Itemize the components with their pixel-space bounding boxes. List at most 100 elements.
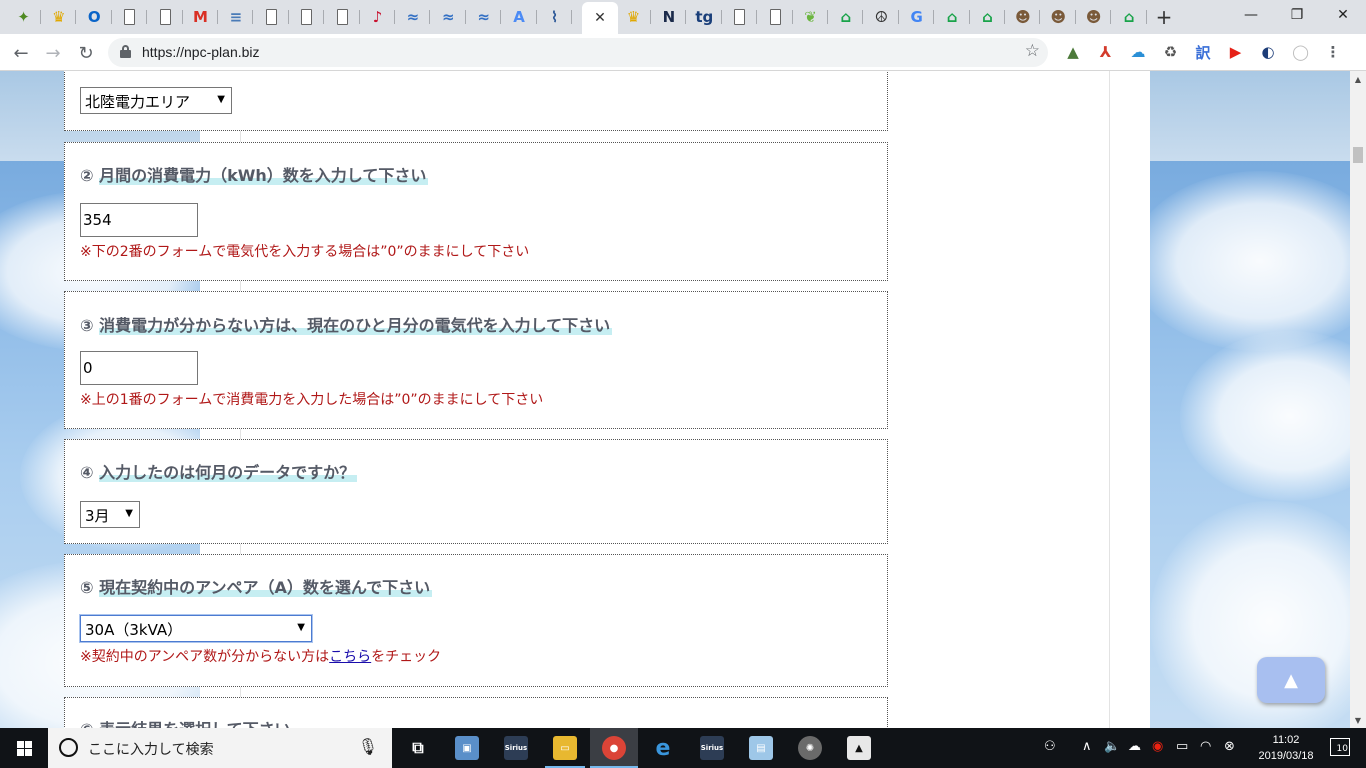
browser-tab[interactable]: G bbox=[899, 4, 935, 30]
browser-tab[interactable]: A bbox=[502, 4, 537, 30]
minimize-button[interactable]: — bbox=[1228, 0, 1274, 30]
question-number: ④ bbox=[80, 463, 94, 482]
photos-app-icon[interactable]: ▣ bbox=[455, 736, 479, 760]
microphone-icon[interactable]: 🎙 bbox=[358, 737, 378, 756]
profile-icon[interactable]: ◯ bbox=[1292, 43, 1310, 61]
file-explorer-icon[interactable]: ▭ bbox=[553, 736, 577, 760]
close-window-button[interactable]: ✕ bbox=[1320, 0, 1366, 30]
new-tab-button[interactable]: + bbox=[1153, 5, 1175, 29]
antivirus-icon[interactable]: ◉ bbox=[1152, 739, 1163, 754]
battery-icon[interactable]: ▭ bbox=[1176, 739, 1188, 754]
browser-tab[interactable] bbox=[325, 4, 360, 30]
browser-tab[interactable]: ♪ bbox=[360, 4, 395, 30]
ampere-select-value: 30A（3kVA） bbox=[85, 621, 183, 639]
page-scrollbar[interactable]: ▲ ▼ bbox=[1350, 71, 1366, 728]
edge-icon[interactable]: e bbox=[651, 736, 675, 761]
sirius-app-icon[interactable]: Sirius bbox=[700, 736, 724, 760]
ampere-question-title: ⑤ 現在契約中のアンペア（A）数を選んで下さい bbox=[80, 574, 433, 598]
browser-tab[interactable]: ♛ bbox=[41, 4, 77, 30]
forward-button[interactable]: → bbox=[40, 40, 66, 66]
browser-tab[interactable]: ⌂ bbox=[935, 4, 970, 30]
browser-tab[interactable]: M bbox=[183, 4, 218, 30]
bookmark-ext-icon[interactable]: ▲ bbox=[1064, 43, 1082, 61]
scroll-thumb[interactable] bbox=[1353, 147, 1363, 163]
browser-tab[interactable] bbox=[254, 4, 289, 30]
ampere-select[interactable]: 30A（3kVA） ▼ bbox=[80, 615, 312, 642]
people-icon[interactable]: ⚇ bbox=[1044, 739, 1056, 754]
translate-ext-icon[interactable]: 訳 bbox=[1194, 43, 1212, 62]
recycle-ext-icon[interactable]: ♻ bbox=[1162, 43, 1180, 61]
active-tab[interactable]: ✕ bbox=[582, 2, 618, 34]
maximize-button[interactable]: ❐ bbox=[1274, 0, 1320, 30]
browser-tab[interactable]: ☻ bbox=[1076, 4, 1112, 30]
sirius-app-icon[interactable]: Sirius bbox=[504, 736, 528, 760]
blue-ext-icon[interactable]: ◐ bbox=[1259, 43, 1277, 61]
chrome-icon[interactable]: ● bbox=[602, 736, 626, 760]
area-select[interactable]: 北陸電力エリア ▼ bbox=[80, 87, 232, 114]
onedrive-icon[interactable]: ☁ bbox=[1128, 739, 1141, 754]
back-button[interactable]: ← bbox=[8, 40, 34, 66]
taskbar-search[interactable]: ここに入力して検索 🎙 bbox=[48, 728, 392, 768]
browser-tab[interactable]: ⌇ bbox=[537, 4, 572, 30]
acrobat-ext-icon[interactable]: ⅄ bbox=[1097, 43, 1115, 61]
url-text[interactable]: https://npc-plan.biz bbox=[142, 44, 260, 60]
house-icon: ⌂ bbox=[946, 8, 958, 26]
reload-button[interactable]: ↻ bbox=[73, 40, 99, 66]
browser-tab[interactable]: ≡ bbox=[218, 4, 254, 30]
address-bar[interactable]: https://npc-plan.biz ☆ bbox=[108, 38, 1048, 67]
question-number: ⑤ bbox=[80, 578, 94, 597]
bill-note: ※上の1番のフォームで消費電力を入力した場合は”0”のままにして下さい bbox=[80, 392, 544, 408]
arrow-left-icon: ← bbox=[13, 42, 29, 64]
browser-tab[interactable]: tg bbox=[687, 4, 722, 30]
network-off-icon[interactable]: ⊗ bbox=[1224, 739, 1235, 754]
tab-strip: ✕ + — ❐ ✕ ✦ ♛ O M ≡ ♪ ≈ ≈ ≈ A ⌇ ♛ Ntg ❦ ⌂ ☮ G ⌂ ⌂ ☻ ☻ ☻ ⌂ bbox=[0, 0, 1366, 34]
browser-tab[interactable]: ☮ bbox=[864, 4, 899, 30]
browser-tab[interactable] bbox=[289, 4, 325, 30]
browser-tab[interactable]: ☻ bbox=[1005, 4, 1041, 30]
youtube-ext-icon[interactable]: ▶ bbox=[1227, 43, 1245, 61]
check-here-link[interactable]: こちら bbox=[329, 649, 371, 665]
month-select[interactable]: 3月 ▼ bbox=[80, 501, 140, 528]
task-view-icon[interactable]: ⧉ bbox=[406, 736, 430, 760]
browser-tab[interactable]: ≈ bbox=[431, 4, 466, 30]
browser-tab[interactable]: ⌂ bbox=[828, 4, 864, 30]
scroll-down-icon[interactable]: ▼ bbox=[1350, 712, 1366, 728]
cloud-ext-icon[interactable]: ☁ bbox=[1129, 43, 1147, 61]
browser-tab[interactable]: ✦ bbox=[6, 4, 41, 30]
browser-tab[interactable] bbox=[112, 4, 148, 30]
browser-tab[interactable]: ≈ bbox=[395, 4, 431, 30]
browser-tab[interactable]: ⌂ bbox=[1112, 4, 1147, 30]
notebook-app-icon[interactable]: ▤ bbox=[749, 736, 773, 760]
browser-tab[interactable]: ⌂ bbox=[970, 4, 1005, 30]
action-center-icon[interactable]: 10 bbox=[1330, 738, 1350, 756]
dropdown-arrow-icon: ▼ bbox=[217, 94, 225, 105]
system-clock[interactable]: 11:02 2019/03/18 bbox=[1246, 732, 1326, 764]
ampere-section: ⑤ 現在契約中のアンペア（A）数を選んで下さい 30A（3kVA） ▼ ※契約中… bbox=[64, 554, 888, 687]
kwh-input[interactable]: 354 bbox=[80, 203, 198, 237]
browser-tab[interactable]: ❦ bbox=[793, 4, 828, 30]
page-icon bbox=[301, 9, 313, 25]
browser-tab[interactable]: N bbox=[651, 4, 687, 30]
close-tab-icon[interactable]: ✕ bbox=[594, 10, 606, 26]
start-button[interactable] bbox=[0, 728, 48, 768]
tray-expand-icon[interactable]: ∧ bbox=[1082, 739, 1092, 754]
gear-app-icon[interactable]: ✺ bbox=[798, 736, 822, 760]
volume-icon[interactable]: 🔈 bbox=[1104, 739, 1120, 754]
reload-icon: ↻ bbox=[78, 42, 94, 64]
outlook-icon: O bbox=[87, 8, 101, 26]
browser-tab[interactable]: ☻ bbox=[1041, 4, 1076, 30]
menu-icon[interactable]: ⋮ bbox=[1324, 43, 1342, 61]
browser-tab[interactable] bbox=[758, 4, 793, 30]
scroll-up-icon[interactable]: ▲ bbox=[1350, 71, 1366, 87]
browser-tab[interactable] bbox=[148, 4, 183, 30]
bill-input[interactable]: 0 bbox=[80, 351, 198, 385]
bookmark-star-icon[interactable]: ☆ bbox=[1025, 41, 1040, 61]
wifi-icon[interactable]: ◠ bbox=[1200, 739, 1211, 754]
browser-tab[interactable]: ≈ bbox=[466, 4, 502, 30]
back-to-top-button[interactable]: ▲ bbox=[1257, 657, 1325, 703]
image-viewer-icon[interactable]: ▲ bbox=[847, 736, 871, 760]
browser-tab[interactable] bbox=[722, 4, 758, 30]
kwh-note: ※下の2番のフォームで電気代を入力する場合は”0”のままにして下さい bbox=[80, 244, 530, 260]
browser-tab[interactable]: O bbox=[77, 4, 112, 30]
browser-tab[interactable]: ♛ bbox=[616, 4, 651, 30]
